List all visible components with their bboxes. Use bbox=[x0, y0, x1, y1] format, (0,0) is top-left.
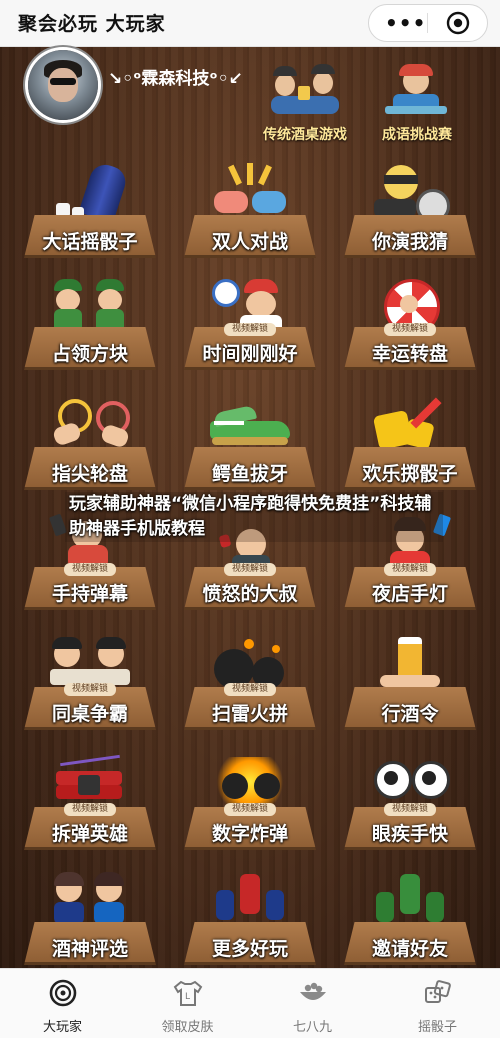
tab-skins[interactable]: L 领取皮肤 bbox=[125, 969, 250, 1038]
game-tile-just-in-time[interactable]: 视频解锁 时间刚刚好 bbox=[184, 275, 316, 390]
video-unlock-tag: 视频解锁 bbox=[384, 563, 436, 576]
tab-label: 摇骰子 bbox=[417, 1020, 457, 1035]
video-unlock-tag: 视频解锁 bbox=[384, 323, 436, 336]
video-unlock-tag: 视频解锁 bbox=[384, 803, 436, 816]
game-tile-number-bomb[interactable]: 视频解锁 数字炸弹 bbox=[184, 755, 316, 870]
dice-icon bbox=[424, 980, 451, 1003]
tab-789[interactable]: 七八九 bbox=[250, 969, 375, 1038]
user-name: ↘◦ᵒ霖森科技ᵒ◦↙ bbox=[108, 69, 243, 89]
drinking-table-icon bbox=[265, 62, 345, 120]
game-label: 鳄鱼拔牙 bbox=[211, 463, 288, 485]
header-game-drinking[interactable]: 传统酒桌游戏 bbox=[250, 62, 360, 144]
idiom-challenge-icon bbox=[377, 62, 457, 120]
game-label: 愤怒的大叔 bbox=[202, 583, 298, 605]
game-label: 你演我猜 bbox=[371, 231, 448, 253]
video-unlock-tag: 视频解锁 bbox=[64, 803, 116, 816]
tab-label: 七八九 bbox=[292, 1020, 332, 1035]
avatar-face bbox=[48, 68, 78, 102]
tab-label: 大玩家 bbox=[42, 1020, 82, 1035]
mini-program-capsule: ••• bbox=[368, 4, 488, 42]
home-ring-icon bbox=[49, 979, 76, 1007]
game-tile-deskmates[interactable]: 视频解锁 同桌争霸 bbox=[24, 635, 156, 750]
capsule-divider bbox=[427, 13, 428, 33]
game-label: 扫雷火拼 bbox=[211, 703, 288, 725]
game-label: 酒神评选 bbox=[51, 938, 128, 960]
game-label: 欢乐掷骰子 bbox=[362, 463, 458, 485]
game-label: 夜店手灯 bbox=[371, 583, 448, 605]
game-label: 邀请好友 bbox=[371, 938, 448, 960]
header-game-label: 成语挑战赛 bbox=[382, 127, 452, 143]
avatar[interactable] bbox=[28, 50, 98, 120]
tab-dice[interactable]: 摇骰子 bbox=[375, 969, 500, 1038]
game-label: 手持弹幕 bbox=[51, 583, 128, 605]
video-unlock-tag: 视频解锁 bbox=[224, 563, 276, 576]
tab-home[interactable]: 大玩家 bbox=[0, 969, 125, 1038]
record-target-icon[interactable] bbox=[446, 11, 470, 35]
avatar-glasses bbox=[50, 78, 76, 85]
game-label: 双人对战 bbox=[211, 231, 288, 253]
video-unlock-tag: 视频解锁 bbox=[224, 323, 276, 336]
tshirt-icon: L bbox=[173, 980, 202, 1006]
three-dots-icon[interactable]: ••• bbox=[385, 13, 426, 33]
game-tile-minesweeper[interactable]: 视频解锁 扫雷火拼 bbox=[184, 635, 316, 750]
svg-text:L: L bbox=[185, 992, 190, 1002]
tab-label: 领取皮肤 bbox=[161, 1020, 214, 1035]
bowl-icon bbox=[299, 982, 326, 1000]
video-unlock-tag: 视频解锁 bbox=[64, 683, 116, 696]
game-label: 大话摇骰子 bbox=[42, 231, 138, 253]
game-tile-duel[interactable]: 双人对战 bbox=[184, 163, 316, 278]
game-label: 行酒令 bbox=[381, 703, 439, 725]
game-label: 指尖轮盘 bbox=[51, 463, 128, 485]
game-label: 占领方块 bbox=[51, 343, 128, 365]
game-label: 时间刚刚好 bbox=[202, 343, 298, 365]
game-label: 拆弹英雄 bbox=[51, 823, 128, 845]
video-unlock-tag: 视频解锁 bbox=[64, 563, 116, 576]
game-tile-charades[interactable]: 你演我猜 bbox=[344, 163, 476, 278]
game-label: 数字炸弹 bbox=[211, 823, 288, 845]
game-tile-occupy-blocks[interactable]: 占领方块 bbox=[24, 275, 156, 390]
header-game-idiom[interactable]: 成语挑战赛 bbox=[362, 62, 472, 144]
overlay-banner-text: 玩家辅助神器“微信小程序跑得快免费挂”科技辅助神器手机版教程 bbox=[65, 492, 443, 542]
game-tile-quick-eyes[interactable]: 视频解锁 眼疾手快 bbox=[344, 755, 476, 870]
app-title: 聚会必玩 大玩家 bbox=[18, 13, 166, 35]
game-tile-lucky-wheel[interactable]: 视频解锁 幸运转盘 bbox=[344, 275, 476, 390]
video-unlock-tag: 视频解锁 bbox=[224, 683, 276, 696]
header-game-label: 传统酒桌游戏 bbox=[263, 127, 347, 143]
bottom-tab-bar: 大玩家 L 领取皮肤 七八九 摇骰子 bbox=[0, 968, 500, 1038]
game-label: 同桌争霸 bbox=[51, 703, 128, 725]
game-label: 眼疾手快 bbox=[371, 823, 448, 845]
video-unlock-tag: 视频解锁 bbox=[224, 803, 276, 816]
game-label: 幸运转盘 bbox=[371, 343, 448, 365]
game-tile-drinking-order[interactable]: 行酒令 bbox=[344, 635, 476, 750]
game-tile-defuse-hero[interactable]: 视频解锁 拆弹英雄 bbox=[24, 754, 156, 870]
top-bar: 聚会必玩 大玩家 ••• bbox=[0, 0, 500, 47]
game-tile-dice-talk[interactable]: 大话摇骰子 bbox=[24, 160, 156, 278]
game-label: 更多好玩 bbox=[211, 938, 288, 960]
